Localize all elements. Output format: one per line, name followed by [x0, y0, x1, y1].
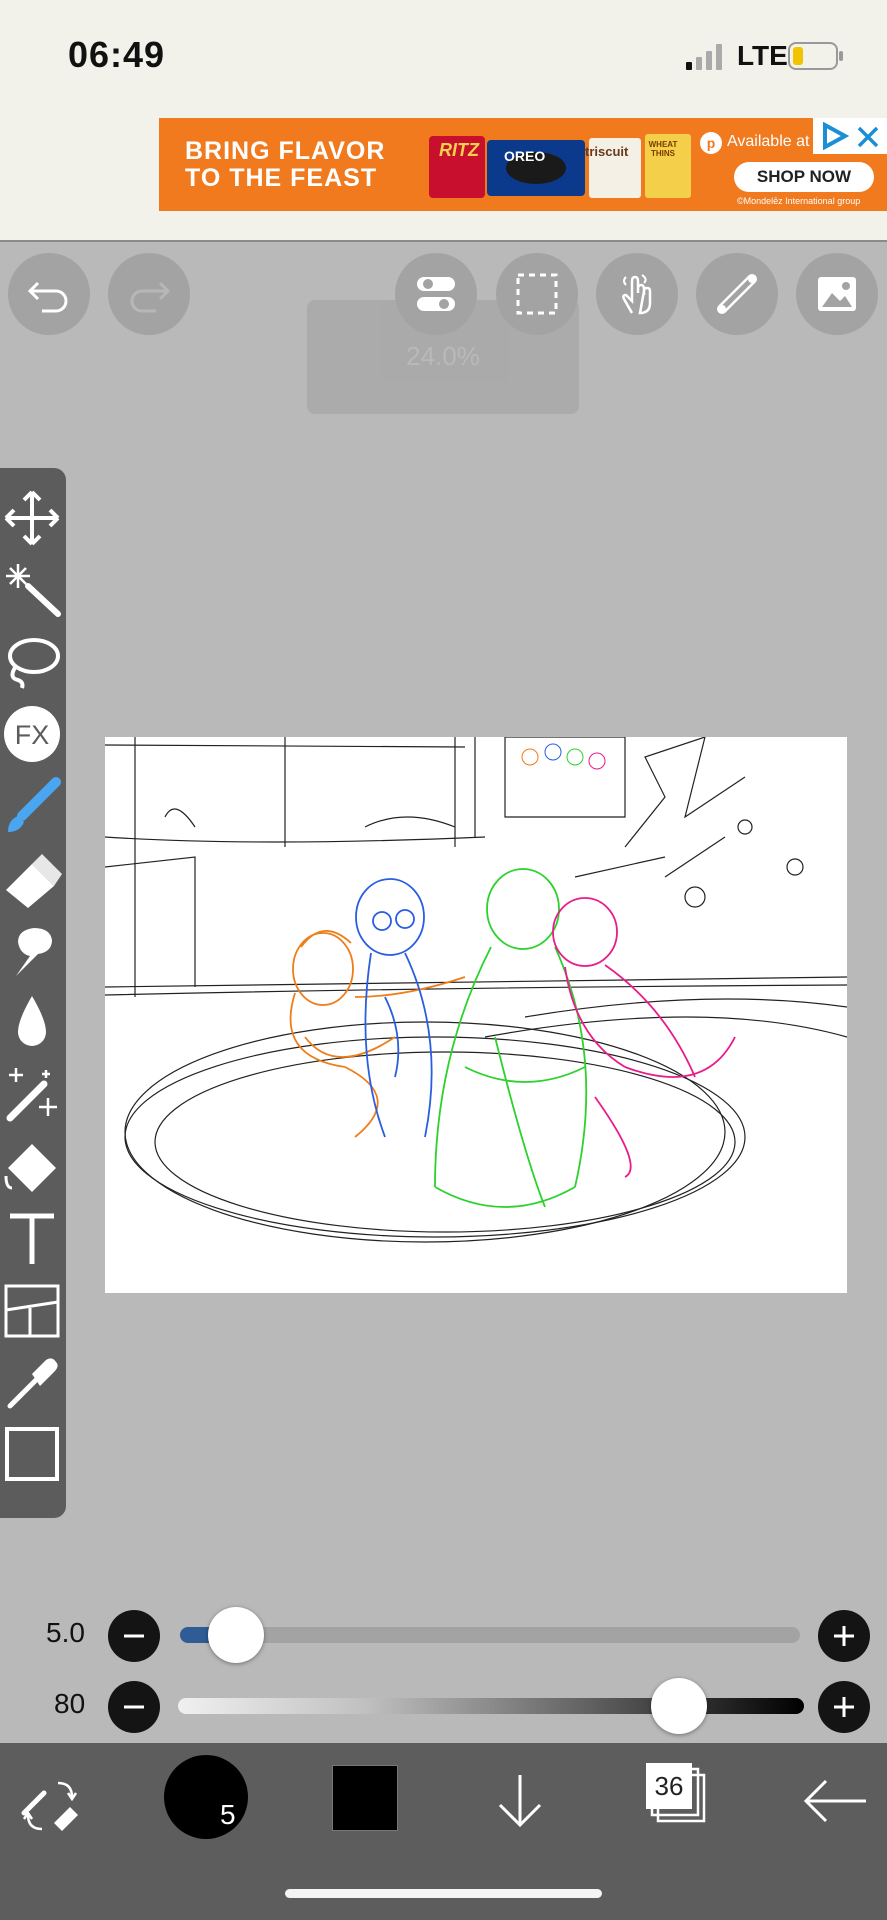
ad-choices-icon[interactable]: [819, 122, 849, 150]
ad-headline-2: TO THE FEAST: [185, 164, 378, 192]
eraser-icon: [6, 854, 62, 908]
lasso-icon: [8, 638, 60, 689]
blur-tool[interactable]: [2, 992, 62, 1052]
brush-size-value: 5.0: [46, 1617, 85, 1648]
ad-legal-text: ©Mondelēz International group: [737, 196, 861, 206]
eyedropper-tool[interactable]: [2, 1352, 62, 1412]
brush-opacity-value: 80: [54, 1688, 86, 1719]
ad-brand-ritz: RITZ: [439, 140, 479, 160]
brush-preview-button[interactable]: 5: [164, 1755, 248, 1839]
battery-icon: [788, 42, 843, 70]
fill-tool[interactable]: [2, 1136, 62, 1196]
text-icon: [10, 1213, 54, 1264]
finger-smudge-icon: [16, 928, 52, 976]
ruler-button[interactable]: [696, 253, 778, 335]
eyedropper-icon: [7, 1358, 58, 1409]
close-icon[interactable]: [855, 124, 881, 150]
minus-icon: [124, 1634, 144, 1638]
brush-size-increase-button[interactable]: [818, 1610, 870, 1662]
ad-brand-oreo: OREO: [504, 148, 546, 164]
hand-gesture-icon: [622, 274, 652, 315]
pen-eraser-swap-icon: [21, 1781, 78, 1831]
brush-size-decrease-button[interactable]: [108, 1610, 160, 1662]
frame-divider-tool[interactable]: [2, 1280, 62, 1340]
sparkle-pen-icon: [6, 1068, 57, 1122]
magic-wand-tool[interactable]: [2, 560, 62, 620]
brush-size-badge: 5: [220, 1799, 236, 1830]
brush-icon: [8, 777, 61, 832]
ruler-icon: [717, 274, 757, 314]
selection-button[interactable]: [496, 253, 578, 335]
special-brush-tool[interactable]: [2, 1064, 62, 1124]
image-icon: [818, 277, 856, 311]
brush-size-slider[interactable]: [180, 1627, 800, 1643]
filter-tool[interactable]: FX: [2, 704, 62, 764]
canvas-icon: [5, 1427, 59, 1481]
move-arrows-icon: [4, 490, 60, 546]
ad-brand-wheat-thins: WHEAT THINS: [648, 140, 678, 158]
home-indicator: [285, 1889, 602, 1898]
settings-toggle-button[interactable]: [395, 253, 477, 335]
bucket-fill-icon: [4, 1144, 56, 1192]
smudge-tool[interactable]: [2, 920, 62, 980]
toggle-icon: [417, 277, 455, 311]
brush-tool[interactable]: [2, 776, 62, 836]
layer-count: 36: [654, 1771, 684, 1801]
color-swatch-button[interactable]: [332, 1765, 398, 1831]
layers-button[interactable]: 36: [646, 1763, 708, 1825]
droplet-icon: [18, 996, 46, 1046]
ad-banner[interactable]: BRING FLAVOR TO THE FEAST RITZ OREO tris…: [159, 118, 887, 211]
brush-size-slider-thumb[interactable]: [207, 1607, 264, 1663]
magic-wand-icon: [6, 564, 61, 617]
undo-button[interactable]: [8, 253, 90, 335]
minus-icon: [124, 1705, 144, 1709]
brush-eraser-swap-button[interactable]: [18, 1773, 82, 1837]
status-bar: 06:49 LTE BRING FLAVOR TO THE FEAST RITZ…: [0, 0, 887, 242]
ad-retailer-icon: p: [700, 132, 722, 154]
svg-text:FX: FX: [15, 720, 50, 750]
sketch-artwork: [105, 737, 847, 1243]
back-button[interactable]: [800, 1771, 870, 1831]
brush-opacity-slider[interactable]: [178, 1698, 804, 1714]
lasso-tool[interactable]: [2, 632, 62, 692]
brush-opacity-decrease-button[interactable]: [108, 1681, 160, 1733]
selection-icon: [516, 273, 558, 315]
redo-button[interactable]: [108, 253, 190, 335]
tool-panel: FX: [0, 468, 66, 1518]
ad-shop-now-button[interactable]: SHOP NOW: [734, 162, 874, 192]
arrow-down-icon: [498, 1775, 542, 1828]
arrow-left-icon: [803, 1779, 866, 1823]
drawing-canvas[interactable]: [105, 737, 847, 1293]
ad-brand-triscuit: triscuit: [585, 144, 629, 159]
network-type: LTE: [737, 40, 788, 71]
ad-headline: BRING FLAVOR: [185, 137, 386, 165]
frame-divider-icon: [4, 1284, 60, 1338]
fx-icon: FX: [4, 706, 60, 762]
clock: 06:49: [68, 34, 166, 75]
eraser-tool[interactable]: [2, 848, 62, 908]
image-button[interactable]: [796, 253, 878, 335]
plus-icon: [834, 1626, 854, 1646]
gesture-button[interactable]: [596, 253, 678, 335]
canvas-tool[interactable]: [2, 1424, 62, 1484]
brush-opacity-slider-thumb[interactable]: [650, 1678, 707, 1734]
transform-tool[interactable]: [2, 488, 62, 548]
layer-download-button[interactable]: [488, 1769, 552, 1833]
brush-opacity-increase-button[interactable]: [818, 1681, 870, 1733]
ad-choices-close[interactable]: [813, 118, 887, 154]
signal-icon: [686, 44, 722, 70]
redo-icon: [130, 281, 171, 313]
undo-icon: [27, 281, 68, 313]
plus-icon: [834, 1697, 854, 1717]
text-tool[interactable]: [2, 1208, 62, 1268]
